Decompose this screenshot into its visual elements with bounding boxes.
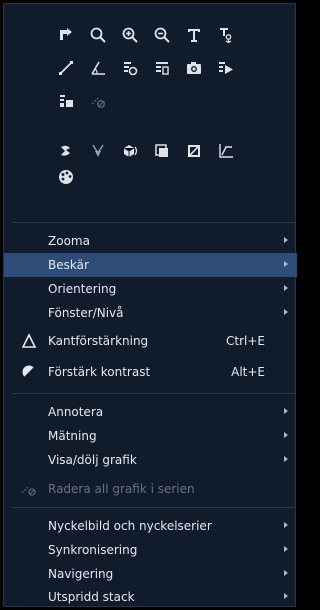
submenu-arrow-icon xyxy=(284,237,288,243)
submenu-arrow-icon xyxy=(284,432,288,438)
submenu-arrow-icon xyxy=(284,522,288,528)
menu-item-edge-enhancement[interactable]: Kantförstärkning Ctrl+E xyxy=(4,329,297,353)
layers-icon[interactable] xyxy=(52,88,80,114)
menu-item-label: Synkronisering xyxy=(48,543,138,557)
menu-item-label: Orientering xyxy=(48,282,117,296)
menu-item-label: Beskär xyxy=(48,258,89,272)
shortcut-label: Ctrl+E xyxy=(226,334,265,348)
anchor-text-icon[interactable] xyxy=(212,22,240,48)
submenu-arrow-icon xyxy=(284,593,288,599)
text-icon[interactable] xyxy=(180,22,208,48)
menu-item-label: Utspridd stack xyxy=(48,590,135,604)
menu-item-measurement[interactable]: Mätning xyxy=(4,424,297,448)
menu-item-enhance-contrast[interactable]: Förstärk kontrast Alt+E xyxy=(4,360,297,384)
submenu-arrow-icon xyxy=(284,285,288,291)
menu-item-orientation[interactable]: Orientering xyxy=(4,277,297,301)
menu-item-crop[interactable]: Beskär xyxy=(4,253,297,277)
pan-icon[interactable] xyxy=(52,22,80,48)
camera-icon[interactable] xyxy=(180,55,208,81)
submenu-arrow-icon xyxy=(284,408,288,414)
line-icon[interactable] xyxy=(52,55,80,81)
menu-item-window-level[interactable]: Fönster/Nivå xyxy=(4,301,297,325)
menu-item-navigation[interactable]: Navigering xyxy=(4,562,297,586)
menu-item-label: Radera all grafik i serien xyxy=(48,482,195,496)
eraser-icon xyxy=(84,88,112,114)
menu-item-annotate[interactable]: Annotera xyxy=(4,400,297,424)
menu-item-label: Visa/dölj grafik xyxy=(48,453,137,467)
triangle-icon xyxy=(21,333,37,349)
menu-item-label: Annotera xyxy=(48,405,104,419)
zoom-in-icon[interactable] xyxy=(116,22,144,48)
spotlight-icon[interactable] xyxy=(84,138,112,164)
palette-icon[interactable] xyxy=(52,164,80,190)
tool-icon[interactable] xyxy=(52,138,80,164)
separator xyxy=(12,393,295,394)
menu-item-show-hide-graphics[interactable]: Visa/dölj grafik xyxy=(4,448,297,472)
menu-item-label: Förstärk kontrast xyxy=(48,365,151,379)
submenu-arrow-icon xyxy=(284,309,288,315)
ruler-icon[interactable] xyxy=(116,55,144,81)
curve-icon[interactable] xyxy=(212,138,240,164)
submenu-arrow-icon xyxy=(284,546,288,552)
display-icon[interactable] xyxy=(180,138,208,164)
grid-icon[interactable] xyxy=(148,55,176,81)
submenu-arrow-icon xyxy=(284,570,288,576)
menu-item-label: Fönster/Nivå xyxy=(48,306,124,320)
menu-item-clear-graphics: Radera all grafik i serien xyxy=(4,477,297,501)
submenu-arrow-icon xyxy=(284,456,288,462)
magnifier-icon[interactable] xyxy=(84,22,112,48)
menu-item-label: Navigering xyxy=(48,567,114,581)
context-menu: Zooma Beskär Orientering Fönster/Nivå Ka… xyxy=(3,3,297,609)
menu-item-label: Zooma xyxy=(48,234,90,248)
menu-item-zoom[interactable]: Zooma xyxy=(4,229,297,253)
cube-icon[interactable] xyxy=(116,138,144,164)
shortcut-label: Alt+E xyxy=(231,365,265,379)
play-icon[interactable] xyxy=(212,55,240,81)
stack-icon[interactable] xyxy=(148,138,176,164)
menu-item-synchronization[interactable]: Synkronisering xyxy=(4,538,297,562)
separator xyxy=(12,507,295,508)
menu-item-key-image[interactable]: Nyckelbild och nyckelserier xyxy=(4,514,297,538)
contrast-icon xyxy=(21,364,37,380)
menu-item-spread-stack[interactable]: Utspridd stack xyxy=(4,585,297,609)
submenu-arrow-icon xyxy=(284,261,288,267)
angle-icon[interactable] xyxy=(84,55,112,81)
eraser-icon xyxy=(21,481,37,497)
menu-item-label: Kantförstärkning xyxy=(48,334,149,348)
zoom-out-icon[interactable] xyxy=(148,22,176,48)
menu-item-label: Nyckelbild och nyckelserier xyxy=(48,519,212,533)
separator xyxy=(12,222,295,223)
menu-item-label: Mätning xyxy=(48,429,97,443)
